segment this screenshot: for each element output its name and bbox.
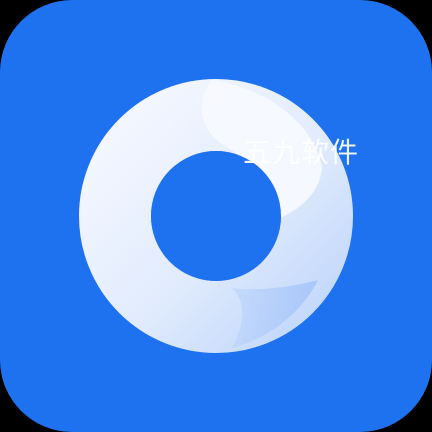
- app-icon: 五九软件: [0, 0, 432, 432]
- ring-logo-icon: [79, 79, 353, 353]
- ring-hole: [151, 151, 281, 281]
- watermark-text: 五九软件: [243, 136, 360, 169]
